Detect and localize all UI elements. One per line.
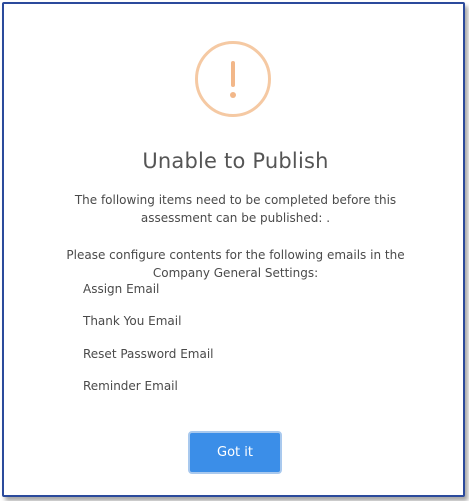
exclamation-icon [195, 41, 271, 117]
email-list-item: Reminder Email [83, 379, 178, 393]
publish-error-dialog: Unable to Publish The following items ne… [2, 2, 465, 497]
email-list-item: Thank You Email [83, 314, 182, 328]
dialog-title: Unable to Publish [142, 149, 329, 173]
email-list-item: Reset Password Email [83, 347, 214, 361]
got-it-button[interactable]: Got it [188, 431, 282, 474]
email-list-item: Assign Email [83, 282, 160, 296]
dialog-message: The following items need to be completed… [74, 193, 397, 225]
dialog-instruction: Please configure contents for the follow… [66, 248, 405, 280]
